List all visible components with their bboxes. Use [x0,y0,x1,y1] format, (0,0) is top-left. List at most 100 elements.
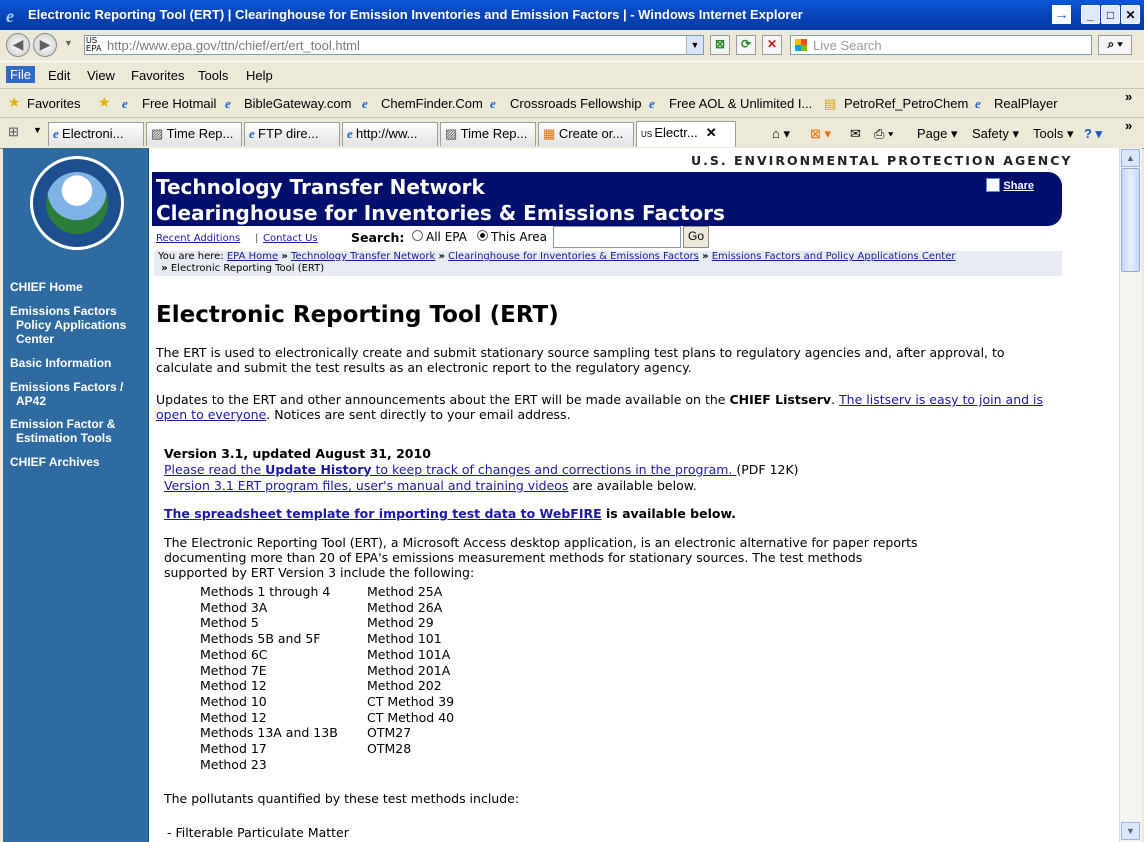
radio-this-area[interactable] [477,230,488,241]
scroll-up-icon[interactable]: ▲ [1121,149,1140,167]
compatibility-icon[interactable]: ⊠ [710,35,730,55]
fav-link-hotmail[interactable]: Free Hotmail [142,96,216,111]
crumb-ttn[interactable]: Technology Transfer Network [291,251,435,262]
scroll-thumb[interactable] [1121,168,1140,272]
share-link[interactable]: Share [1003,180,1034,192]
address-url: http://www.epa.gov/ttn/chief/ert/ert_too… [107,38,360,53]
menu-help[interactable]: Help [246,68,273,83]
tab-time-rep-1[interactable]: ▨ Time Rep... [146,122,242,146]
back-button[interactable]: ◀ [6,33,30,57]
fav-link-petroref[interactable]: PetroRef_PetroChem [844,96,968,111]
home-icon[interactable]: ⌂ ▾ [772,126,790,142]
listserv-join-link[interactable]: The listserv is easy to join and is [839,392,1043,407]
nav-chief-home[interactable]: CHIEF Home [10,280,83,294]
vertical-scrollbar[interactable]: ▲ ▼ [1119,148,1142,842]
menu-favorites[interactable]: Favorites [131,68,184,83]
share-icon[interactable] [986,178,1000,192]
listserv-join-link-2[interactable]: open to everyone [156,407,266,422]
tab-list-dropdown-icon[interactable]: ▼ [33,125,42,135]
tab-time-rep-2[interactable]: ▨ Time Rep... [440,122,536,146]
nav-emissions-factors-ap42[interactable]: Emissions Factors / [10,380,123,394]
method-item: Method 12 [200,678,267,694]
method-item: Method 3A [200,599,268,615]
nav-emissions-factors-policy[interactable]: Emissions Factors [10,304,117,318]
nav-estimation-tools[interactable]: Emission Factor & [10,417,115,431]
search-button[interactable]: ⌕ ▾ [1098,35,1132,55]
tools-menu[interactable]: Tools ▾ [1033,126,1074,142]
nav-estimation-tools-2[interactable]: Estimation Tools [16,431,112,445]
tab-create[interactable]: ▦ Create or... [538,122,634,146]
search-label: Search: [351,230,405,245]
program-files-link[interactable]: Version 3.1 ERT program files, user's ma… [164,478,568,493]
favorites-star-icon: ★ [8,94,21,110]
tab-electronic[interactable]: e Electroni... [48,122,144,146]
nav-chief-archives[interactable]: CHIEF Archives [10,455,100,469]
ert-desc-line-1: The Electronic Reporting Tool (ERT), a M… [164,535,918,550]
scroll-down-icon[interactable]: ▼ [1121,822,1140,840]
menu-view[interactable]: View [87,68,115,83]
chevron-more-icon[interactable]: » [1125,89,1132,104]
address-dropdown-icon[interactable]: ▼ [686,36,703,54]
ie-page-icon: e [649,96,655,111]
spreadsheet-template-link[interactable]: The spreadsheet template for importing t… [164,506,602,521]
menu-edit[interactable]: Edit [48,68,70,83]
nav-basic-information[interactable]: Basic Information [10,356,111,370]
site-banner: Technology Transfer Network Clearinghous… [152,172,1062,226]
minimize-button[interactable]: _ [1081,5,1100,24]
page-menu[interactable]: Page ▾ [917,126,958,142]
menu-tools[interactable]: Tools [198,68,228,83]
breadcrumb: You are here: EPA Home » Technology Tran… [154,251,1062,276]
intro-line-1: The ERT is used to electronically create… [156,345,1005,360]
radio-all-epa[interactable] [412,230,423,241]
address-field[interactable]: US EPA http://www.epa.gov/ttn/chief/ert/e… [84,35,704,55]
fav-link-biblegateway[interactable]: BibleGateway.com [244,96,351,111]
search-input[interactable]: Live Search [790,35,1092,55]
close-tab-icon[interactable]: ✕ [706,125,717,140]
help-icon[interactable]: ? ▾ [1084,126,1102,142]
stop-icon[interactable]: ✕ [762,35,782,55]
method-item: Methods 13A and 13B [200,725,338,741]
maximize-button[interactable]: □ [1101,5,1120,24]
crumb-efpac[interactable]: Emissions Factors and Policy Application… [712,251,956,262]
title-bar: e Electronic Reporting Tool (ERT) | Clea… [0,0,1144,30]
method-item: Methods 1 through 4 [200,584,331,599]
fav-link-crossroads[interactable]: Crossroads Fellowship [510,96,642,111]
update-history-link[interactable]: Please read the Update History to keep t… [164,462,736,477]
menu-file[interactable]: File [6,66,35,83]
mail-icon[interactable]: ✉ [850,126,861,142]
crumb-chief[interactable]: Clearinghouse for Inventories & Emission… [448,251,699,262]
crumb-epa-home[interactable]: EPA Home [227,251,278,262]
chevron-more-icon[interactable]: » [1125,118,1132,133]
nav-emissions-factors-ap42-2[interactable]: AP42 [16,394,46,408]
crumb-separator: » [438,251,445,262]
site-search-input[interactable] [553,226,681,248]
forward-button[interactable]: ▶ [33,33,57,57]
recent-additions-link[interactable]: Recent Additions [156,233,240,244]
feeds-icon[interactable]: ⊠ ▾ [810,126,831,142]
close-button[interactable]: ✕ [1121,5,1140,24]
folder-icon: ▤ [824,96,837,111]
quick-tabs-icon[interactable]: ⊞ [8,124,19,140]
listserv-text-2: . Notices are sent directly to your emai… [266,407,571,422]
contact-us-link[interactable]: Contact Us [263,233,318,244]
tab-http[interactable]: e http://ww... [342,122,438,146]
tab-ftp[interactable]: e FTP dire... [244,122,340,146]
fav-link-aol[interactable]: Free AOL & Unlimited I... [669,96,812,111]
nav-emissions-factors-policy-2[interactable]: Policy Applications [16,318,126,332]
safety-menu[interactable]: Safety ▾ [972,126,1019,142]
nav-emissions-factors-policy-3[interactable]: Center [16,332,54,346]
add-favorite-icon[interactable]: ★ [98,94,111,111]
method-item: Method 10 [200,693,267,709]
go-arrow-icon[interactable]: → [1052,5,1071,24]
method-item: Method 23 [200,756,267,772]
tab-electr-active[interactable]: US Electr... ✕ [636,121,736,147]
fav-link-realplayer[interactable]: RealPlayer [994,96,1058,111]
go-button[interactable]: Go [683,226,709,248]
ie-page-icon: e [362,96,368,111]
print-icon[interactable]: ⎙ ▾ [874,126,893,142]
favorites-button[interactable]: Favorites [27,96,80,111]
fav-link-chemfinder[interactable]: ChemFinder.Com [381,96,483,111]
recent-pages-dropdown-icon[interactable]: ▼ [64,38,73,48]
refresh-icon[interactable]: ⟳ [736,35,756,55]
update-history-line: Please read the Update History to keep t… [164,462,799,477]
